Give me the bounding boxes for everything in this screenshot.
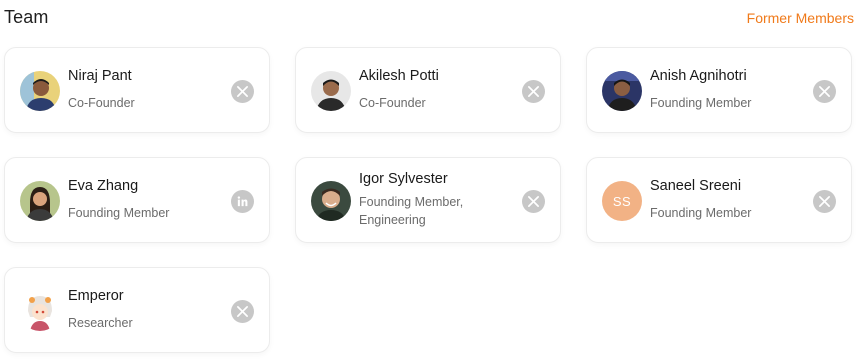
member-role-line1: Founding Member, [359, 194, 464, 209]
member-name: Eva Zhang [68, 177, 139, 194]
x-icon[interactable] [813, 190, 836, 213]
member-card: Anish Agnihotri Founding Member [586, 47, 852, 133]
member-name: Saneel Sreeni [650, 177, 742, 194]
member-role: Co-Founder [68, 95, 135, 110]
member-name: Anish Agnihotri [650, 67, 747, 84]
member-card: Akilesh Potti Co-Founder [295, 47, 561, 133]
avatar [311, 181, 351, 221]
member-role: Founding Member, Engineering [359, 193, 509, 229]
member-role: Founding Member [68, 205, 170, 220]
member-role: Founding Member [650, 95, 752, 110]
linkedin-icon[interactable] [231, 190, 254, 213]
avatar [20, 291, 60, 331]
member-card: Niraj Pant Co-Founder [4, 47, 270, 133]
x-icon[interactable] [522, 80, 545, 103]
member-role: Co-Founder [359, 95, 426, 110]
avatar [20, 181, 60, 221]
x-icon[interactable] [231, 80, 254, 103]
team-header: Team Former Members [0, 0, 860, 36]
member-card: Emperor Researcher [4, 267, 270, 353]
x-icon[interactable] [813, 80, 836, 103]
member-role: Researcher [68, 315, 133, 330]
page-title: Team [4, 7, 49, 27]
member-card: Igor Sylvester Founding Member, Engineer… [295, 157, 561, 243]
team-grid: Niraj Pant Co-Founder Akilesh Potti Co-F… [4, 47, 852, 353]
former-members-link[interactable]: Former Members [747, 10, 854, 26]
avatar-initials: SS [602, 181, 642, 221]
x-icon[interactable] [231, 300, 254, 323]
member-name: Emperor [68, 287, 124, 304]
member-name: Igor Sylvester [359, 170, 448, 187]
member-role-line2: Engineering [359, 212, 426, 227]
member-name: Niraj Pant [68, 67, 132, 84]
member-name: Akilesh Potti [359, 67, 439, 84]
avatar [311, 71, 351, 111]
member-card: SS Saneel Sreeni Founding Member [586, 157, 852, 243]
avatar [20, 71, 60, 111]
member-role: Founding Member [650, 205, 752, 220]
avatar [602, 71, 642, 111]
member-card: Eva Zhang Founding Member [4, 157, 270, 243]
x-icon[interactable] [522, 190, 545, 213]
